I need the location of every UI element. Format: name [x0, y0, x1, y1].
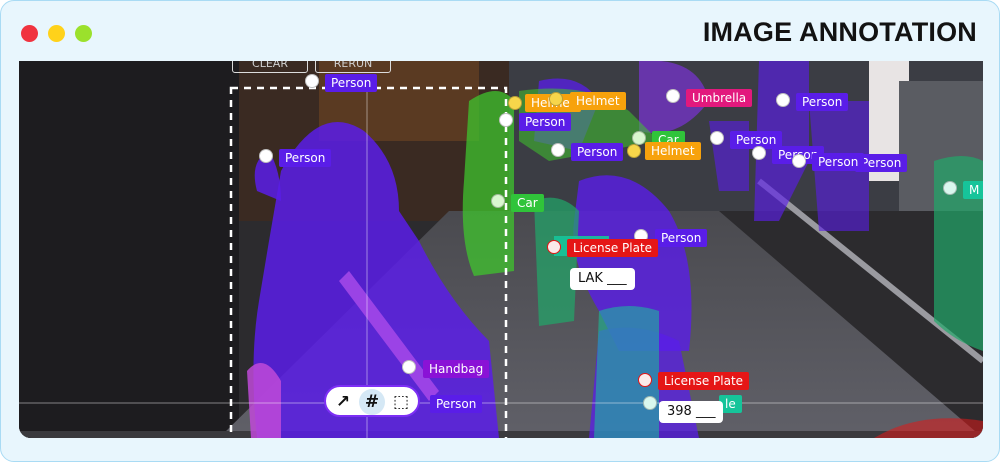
label-pin[interactable]: [632, 131, 646, 145]
label-pin[interactable]: [627, 144, 641, 158]
object-label-handbag[interactable]: Handbag: [423, 360, 490, 378]
window-close-button[interactable]: [21, 25, 38, 42]
object-label-person[interactable]: Person: [519, 113, 572, 131]
label-pin[interactable]: [752, 146, 766, 160]
app-window: IMAGE ANNOTATION CLEAR RERUN Person Pers…: [0, 0, 1000, 462]
object-label-person[interactable]: Person: [430, 395, 483, 413]
label-pin[interactable]: [549, 92, 563, 106]
label-pin[interactable]: [305, 74, 319, 88]
label-pin[interactable]: [792, 154, 806, 168]
app-title: IMAGE ANNOTATION: [702, 17, 977, 47]
object-label-person[interactable]: Person: [796, 93, 849, 111]
arrow-up-right-icon[interactable]: ↗: [330, 389, 356, 415]
license-plate-text-field[interactable]: LAK ___: [570, 268, 635, 290]
annotation-toolbar: ↗ # ⬚: [324, 385, 420, 417]
label-pin[interactable]: [402, 360, 416, 374]
label-pin[interactable]: [943, 181, 957, 195]
label-pin[interactable]: [776, 93, 790, 107]
label-pin[interactable]: [499, 113, 513, 127]
object-label-person[interactable]: Person: [325, 74, 378, 92]
label-pin[interactable]: [638, 373, 652, 387]
object-label-helmet[interactable]: Helmet: [570, 92, 626, 110]
hash-icon[interactable]: #: [359, 389, 385, 415]
label-pin[interactable]: [551, 143, 565, 157]
label-pin[interactable]: [710, 131, 724, 145]
rerun-button[interactable]: RERUN: [315, 61, 391, 73]
label-pin[interactable]: [643, 396, 657, 410]
object-label-car[interactable]: Car: [511, 194, 544, 212]
label-pin[interactable]: [547, 240, 561, 254]
label-pin[interactable]: [259, 149, 273, 163]
object-label-license-plate[interactable]: License Plate: [658, 372, 750, 390]
object-label-person[interactable]: Person: [571, 143, 624, 161]
label-pin[interactable]: [508, 96, 522, 110]
object-label-person[interactable]: Person: [279, 149, 332, 167]
object-label-person[interactable]: Person: [655, 229, 708, 247]
clear-button[interactable]: CLEAR: [232, 61, 308, 73]
object-label-license-plate[interactable]: License Plate: [567, 239, 659, 257]
object-label-motorbike[interactable]: M: [963, 181, 983, 199]
window-minimize-button[interactable]: [48, 25, 65, 42]
annotation-canvas[interactable]: CLEAR RERUN Person Person Helmet Helmet …: [19, 61, 983, 438]
window-maximize-button[interactable]: [75, 25, 92, 42]
label-pin[interactable]: [666, 89, 680, 103]
object-label-helmet[interactable]: Helmet: [645, 142, 701, 160]
dashed-box-icon[interactable]: ⬚: [388, 389, 414, 415]
label-pin[interactable]: [491, 194, 505, 208]
object-label-umbrella[interactable]: Umbrella: [686, 89, 753, 107]
object-label-person[interactable]: Person: [812, 153, 865, 171]
license-plate-text-field[interactable]: 398 ___: [659, 401, 724, 423]
